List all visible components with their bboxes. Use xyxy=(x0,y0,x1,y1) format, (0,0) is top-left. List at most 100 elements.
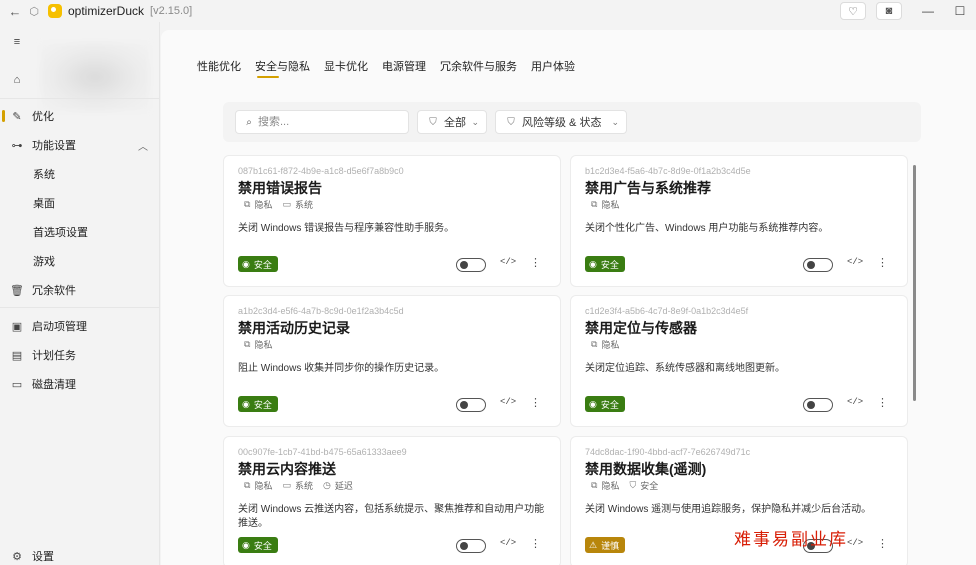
clock-icon: ◷ xyxy=(322,480,331,490)
tweak-toggle[interactable] xyxy=(803,258,833,272)
hamburger-icon: ≡ xyxy=(13,36,21,48)
back-arrow-icon[interactable]: ← xyxy=(4,4,26,19)
tag-privacy: ⧉ 隐私 xyxy=(591,339,620,350)
tag-system: ▭ 系统 xyxy=(282,199,313,210)
more-options-icon[interactable]: ⋮ xyxy=(877,537,888,550)
sidebar-item-label: 优化 xyxy=(32,111,54,123)
tag-latency: ◷ 延迟 xyxy=(322,480,353,491)
home-icon: ⌂ xyxy=(13,74,21,86)
tag-system: ▭ 系统 xyxy=(282,480,313,491)
tab-power[interactable]: 电源管理 xyxy=(382,58,426,78)
more-options-icon[interactable]: ⋮ xyxy=(877,256,888,269)
tweak-toggle[interactable] xyxy=(456,398,486,412)
gear-icon: ⚙ xyxy=(12,550,22,563)
sidebar-item-optimize[interactable]: ✎ 优化 xyxy=(0,104,160,128)
camera-icon[interactable]: ◙ xyxy=(876,2,902,20)
favorite-heart-icon[interactable]: ♡ xyxy=(840,2,866,20)
tab-performance[interactable]: 性能优化 xyxy=(197,58,241,78)
category-filter-dropdown[interactable]: ⛉ 全部 ⌄ xyxy=(417,110,487,134)
sidebar-item-label: 启动项管理 xyxy=(32,321,87,333)
sidebar-item-settings[interactable]: ⚙ 设置 xyxy=(0,544,160,565)
privacy-icon: ⧉ xyxy=(591,199,598,209)
tab-gpu[interactable]: 显卡优化 xyxy=(324,58,368,78)
tweak-title: 禁用错误报告 xyxy=(238,180,322,196)
watermark-text: 难事易副业库 xyxy=(734,530,848,550)
privacy-icon: ⧉ xyxy=(591,339,598,349)
sidebar-item-bloatware[interactable]: 🗑 冗余软件 xyxy=(0,278,160,302)
shield-check-icon: ◉ xyxy=(242,258,250,269)
sidebar-item-games[interactable]: 游戏 xyxy=(0,249,160,273)
blurred-area xyxy=(40,42,150,112)
tweak-description: 关闭 Windows 遥测与使用追踪服务，保护隐私并减少后台活动。 xyxy=(585,504,872,515)
tweak-guid: 00c907fe-1cb7-41bd-b475-65a61333aee9 xyxy=(238,447,407,457)
filter-icon: ⛉ xyxy=(507,116,515,128)
chevron-up-icon: ︿ xyxy=(138,141,148,153)
tab-bloatware-services[interactable]: 冗余软件与服务 xyxy=(440,58,517,78)
tag-security: ⛉ 安全 xyxy=(629,480,659,491)
sidebar-item-label: 桌面 xyxy=(33,198,55,210)
maximize-icon[interactable]: ☐ xyxy=(944,4,976,18)
tweak-description: 阻止 Windows 收集并同步你的操作历史记录。 xyxy=(238,363,445,374)
more-options-icon[interactable]: ⋮ xyxy=(530,537,541,550)
tweak-tags: ⧉ 隐私 ⛉ 安全 xyxy=(591,479,668,492)
shield-check-icon: ◉ xyxy=(589,398,597,409)
code-icon[interactable]: </> xyxy=(847,257,863,267)
filter-icon: ⛉ xyxy=(429,116,437,128)
tweak-toggle[interactable] xyxy=(456,539,486,553)
code-icon[interactable]: </> xyxy=(847,538,863,548)
calendar-icon: ▤ xyxy=(11,349,23,362)
tweak-card: a1b2c3d4-e5f6-4a7b-8c9d-0e1f2a3b4c5d 禁用活… xyxy=(223,295,561,427)
sidebar-item-label: 冗余软件 xyxy=(32,285,76,297)
more-options-icon[interactable]: ⋮ xyxy=(877,396,888,409)
code-icon[interactable]: </> xyxy=(847,397,863,407)
sidebar-item-label: 首选项设置 xyxy=(33,227,88,239)
tweak-guid: 087b1c61-f872-4b9e-a1c8-d5e6f7a8b9c0 xyxy=(238,166,404,176)
tab-user-experience[interactable]: 用户体验 xyxy=(531,58,575,78)
tweak-toggle[interactable] xyxy=(803,398,833,412)
more-options-icon[interactable]: ⋮ xyxy=(530,396,541,409)
risk-filter-dropdown[interactable]: ⛉ 风险等级 & 状态 ⌄ xyxy=(495,110,627,134)
tweak-card: b1c2d3e4-f5a6-4b7c-8d9e-0f1a2b3c4d5e 禁用广… xyxy=(570,155,908,287)
risk-badge-safe: ◉ 安全 xyxy=(238,396,278,412)
search-box[interactable]: ⌕ xyxy=(235,110,409,134)
more-options-icon[interactable]: ⋮ xyxy=(530,256,541,269)
shield-outline-icon: ⬡ xyxy=(29,5,39,18)
tweak-title: 禁用活动历史记录 xyxy=(238,320,350,336)
sidebar-item-disk-cleanup[interactable]: ▭ 磁盘清理 xyxy=(0,372,160,396)
tweak-description: 关闭定位追踪、系统传感器和离线地图更新。 xyxy=(585,363,785,374)
tweak-title: 禁用云内容推送 xyxy=(238,461,336,477)
tweak-description: 关闭个性化广告、Windows 用户功能与系统推荐内容。 xyxy=(585,223,829,234)
sidebar-item-label: 计划任务 xyxy=(32,350,76,362)
vertical-scrollbar[interactable] xyxy=(913,165,916,401)
search-icon: ⌕ xyxy=(246,116,252,128)
category-tabs: 性能优化 安全与隐私 显卡优化 电源管理 冗余软件与服务 用户体验 xyxy=(197,58,589,78)
tweak-title: 禁用数据收集(遥测) xyxy=(585,461,707,477)
disk-icon: ▭ xyxy=(11,378,23,391)
warning-icon: ⚠ xyxy=(589,539,598,550)
code-icon[interactable]: </> xyxy=(500,397,516,407)
filter-bar: ⌕ ⛉ 全部 ⌄ ⛉ 风险等级 & 状态 ⌄ xyxy=(223,102,921,142)
sidebar-item-feature-settings[interactable]: ⊶ 功能设置 ︿ xyxy=(0,133,160,157)
minimize-icon[interactable]: — xyxy=(912,4,944,18)
sidebar-item-desktop[interactable]: 桌面 xyxy=(0,191,160,215)
sidebar-item-preferences[interactable]: 首选项设置 xyxy=(0,220,160,244)
search-input[interactable] xyxy=(258,116,398,128)
monitor-icon: ▭ xyxy=(282,480,291,490)
tweak-tags: ⧉ 隐私 xyxy=(244,338,282,351)
sidebar-item-scheduled-tasks[interactable]: ▤ 计划任务 xyxy=(0,343,160,367)
code-icon[interactable]: </> xyxy=(500,257,516,267)
main-content: 性能优化 安全与隐私 显卡优化 电源管理 冗余软件与服务 用户体验 ⌕ ⛉ 全部… xyxy=(161,30,976,565)
shield-check-icon: ◉ xyxy=(242,398,250,409)
code-icon[interactable]: </> xyxy=(500,538,516,548)
tag-privacy: ⧉ 隐私 xyxy=(244,199,273,210)
tweak-guid: b1c2d3e4-f5a6-4b7c-8d9e-0f1a2b3c4d5e xyxy=(585,166,751,176)
tag-privacy: ⧉ 隐私 xyxy=(591,480,620,491)
tweak-title: 禁用定位与传感器 xyxy=(585,320,697,336)
tweak-toggle[interactable] xyxy=(456,258,486,272)
tweak-tags: ⧉ 隐私 ▭ 系统 xyxy=(244,198,323,211)
risk-badge-caution: ⚠ 谨慎 xyxy=(585,537,626,553)
sidebar-item-startup[interactable]: ▣ 启动项管理 xyxy=(0,314,160,338)
tweak-tags: ⧉ 隐私 ▭ 系统 ◷ 延迟 xyxy=(244,479,363,492)
tab-security-privacy[interactable]: 安全与隐私 xyxy=(255,58,310,78)
sidebar-item-system[interactable]: 系统 xyxy=(0,162,160,186)
